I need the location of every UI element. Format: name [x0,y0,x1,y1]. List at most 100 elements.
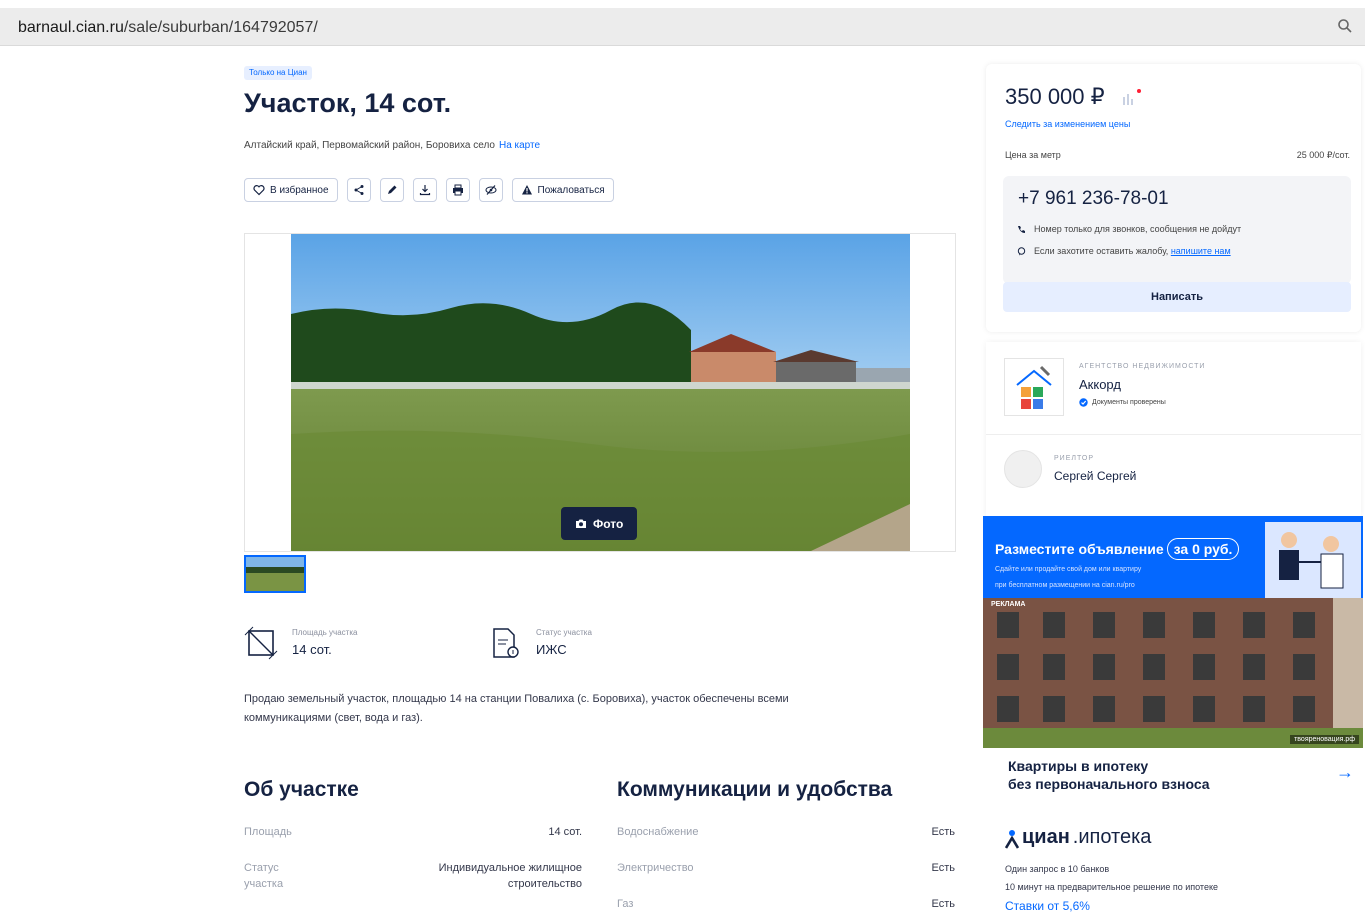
agent-card: АГЕНТСТВО НЕДВИЖИМОСТИ Аккорд Документы … [986,342,1361,517]
realtor-name[interactable]: Сергей Сергей [1054,469,1136,483]
photo-thumbnail[interactable] [244,555,306,593]
feature-status: Статус участка ИЖС [488,626,592,660]
param-row: Газ Есть [617,896,955,912]
download-button[interactable] [412,178,437,202]
param-value: Есть [931,898,955,910]
param-row: Площадь 14 сот. [244,824,582,840]
ad-image[interactable]: РЕКЛАМА твояреновация.рф [983,598,1363,748]
realtor-type: РИЕЛТОР [1054,455,1095,462]
promo-free-badge: за 0 руб. [1166,538,1240,560]
area-icon [244,626,278,660]
realtor-avatar[interactable] [1004,450,1042,488]
param-value-line: Индивидуальное жилищное [438,862,582,874]
feature-label: Статус участка [536,628,592,637]
photo-button[interactable]: Фото [561,507,638,540]
page-title: Участок, 14 сот. [244,88,452,118]
follow-price-link[interactable]: Следить за изменением цены [1005,119,1130,129]
phone-note-text: Номер только для звонков, сообщения не д… [1034,224,1242,234]
check-badge-icon [1079,398,1088,407]
printer-icon [452,184,463,196]
param-key-line: участка [244,878,284,890]
map-link[interactable]: На карте [499,140,540,151]
ad-text[interactable]: Квартиры в ипотеку без первоначального в… [1008,757,1308,793]
param-value: Есть [931,862,955,874]
warning-icon [521,185,532,195]
url-text[interactable]: barnaul.cian.ru/sale/suburban/164792057/ [18,19,318,37]
mortgage-text: Один запрос в 10 банков [1005,864,1110,874]
phone-icon [1018,225,1025,233]
cian-mortgage-logo[interactable]: циан .ипотека [1005,826,1151,849]
promo-title-text: Разместите объявление [995,541,1164,557]
camera-icon [576,519,586,528]
price-history-icon[interactable] [1121,88,1143,106]
description-line: Продаю земельный участок, площадью 14 на… [244,693,789,705]
phone-note: Номер только для звонков, сообщения не д… [1017,224,1241,234]
about-section-title: Об участке [244,778,359,801]
ad-text-line: Квартиры в ипотеку [1008,758,1149,774]
mortgage-rates-link[interactable]: Ставки от 5,6% [1005,899,1090,913]
agency-type: АГЕНТСТВО НЕДВИЖИМОСТИ [1079,363,1206,370]
note-button[interactable] [379,178,404,202]
verified-text: Документы проверены [1092,399,1166,406]
param-value-line: строительство [507,878,582,890]
promo-subtitle: Сдайте или продайте свой дом или квартир… [995,566,1142,573]
agency-name[interactable]: Аккорд [1079,377,1121,392]
ad-text-line: без первоначального взноса [1008,776,1210,792]
price-per-unit: Цена за метр 25 000 ₽/сот. [1005,150,1350,160]
listing-address: Алтайский край, Первомайский район, Боро… [244,140,540,151]
promo-illustration [1265,522,1361,598]
search-icon[interactable] [1337,18,1353,34]
complaint-link[interactable]: напишите нам [1171,246,1231,256]
document-status-icon [493,628,519,658]
feature-label: Площадь участка [292,628,358,637]
param-value: 14 сот. [548,826,582,838]
feature-area: Площадь участка 14 сот. [244,626,357,660]
param-key: Электричество [617,862,694,874]
arrow-right-icon[interactable]: → [1336,762,1354,783]
ad-label: РЕКЛАМА [991,601,1026,608]
photo-button-label: Фото [593,516,624,531]
listing-toolbar: В избранное Пожаловаться [244,178,614,202]
promo-banner[interactable]: Разместите объявление за 0 руб. Сдайте ил… [983,516,1363,598]
param-row: Статус участка Индивидуальное жилищное стр… [244,860,582,894]
share-button[interactable] [346,178,371,202]
param-key: Газ [617,898,634,910]
share-icon [354,185,364,195]
print-button[interactable] [445,178,470,202]
param-key-line: Статус [244,862,279,874]
param-value: Есть [931,826,955,838]
price-per-unit-label: Цена за метр [1005,150,1061,160]
url-host: barnaul.cian.ru [18,19,124,36]
agency-logo[interactable] [1004,358,1064,416]
feature-value: 14 сот. [292,642,332,657]
exclusive-badge: Только на Циан [244,66,312,80]
chat-icon [1017,246,1026,255]
write-button[interactable]: Написать [1003,282,1351,312]
param-value: Индивидуальное жилищное строительство [439,860,582,892]
hide-button[interactable] [478,178,503,202]
download-icon [419,185,430,196]
favorite-button[interactable]: В избранное [244,178,338,202]
param-row: Водоснабжение Есть [617,824,955,840]
address-text: Алтайский край, Первомайский район, Боро… [244,140,495,151]
person-logo-icon [1005,830,1019,849]
complain-button[interactable]: Пожаловаться [511,178,614,202]
heart-icon [253,185,265,196]
main-photo[interactable] [291,234,910,551]
param-key: Площадь [244,826,292,838]
listing-description: Продаю земельный участок, площадью 14 на… [244,690,944,728]
promo-subtitle: при бесплатном размещении на cian.ru/pro [995,582,1135,589]
pencil-icon [387,185,397,194]
logo-bold: циан [1022,826,1070,848]
param-key: Статус участка [244,860,283,892]
eye-off-icon [485,185,497,195]
logo-light: .ипотека [1072,826,1152,848]
address-bar[interactable]: barnaul.cian.ru/sale/suburban/164792057/ [0,8,1365,46]
phone-number[interactable]: +7 961 236-78-01 [1018,188,1169,210]
price: 350 000 ₽ [1005,84,1105,109]
complain-label: Пожаловаться [537,184,605,196]
photo-gallery[interactable]: Фото [244,233,956,552]
complaint-note-text: Если захотите оставить жалобу, напишите … [1034,246,1231,256]
badge-label: Только на Циан [249,68,307,77]
complaint-note: Если захотите оставить жалобу, напишите … [1017,246,1231,256]
